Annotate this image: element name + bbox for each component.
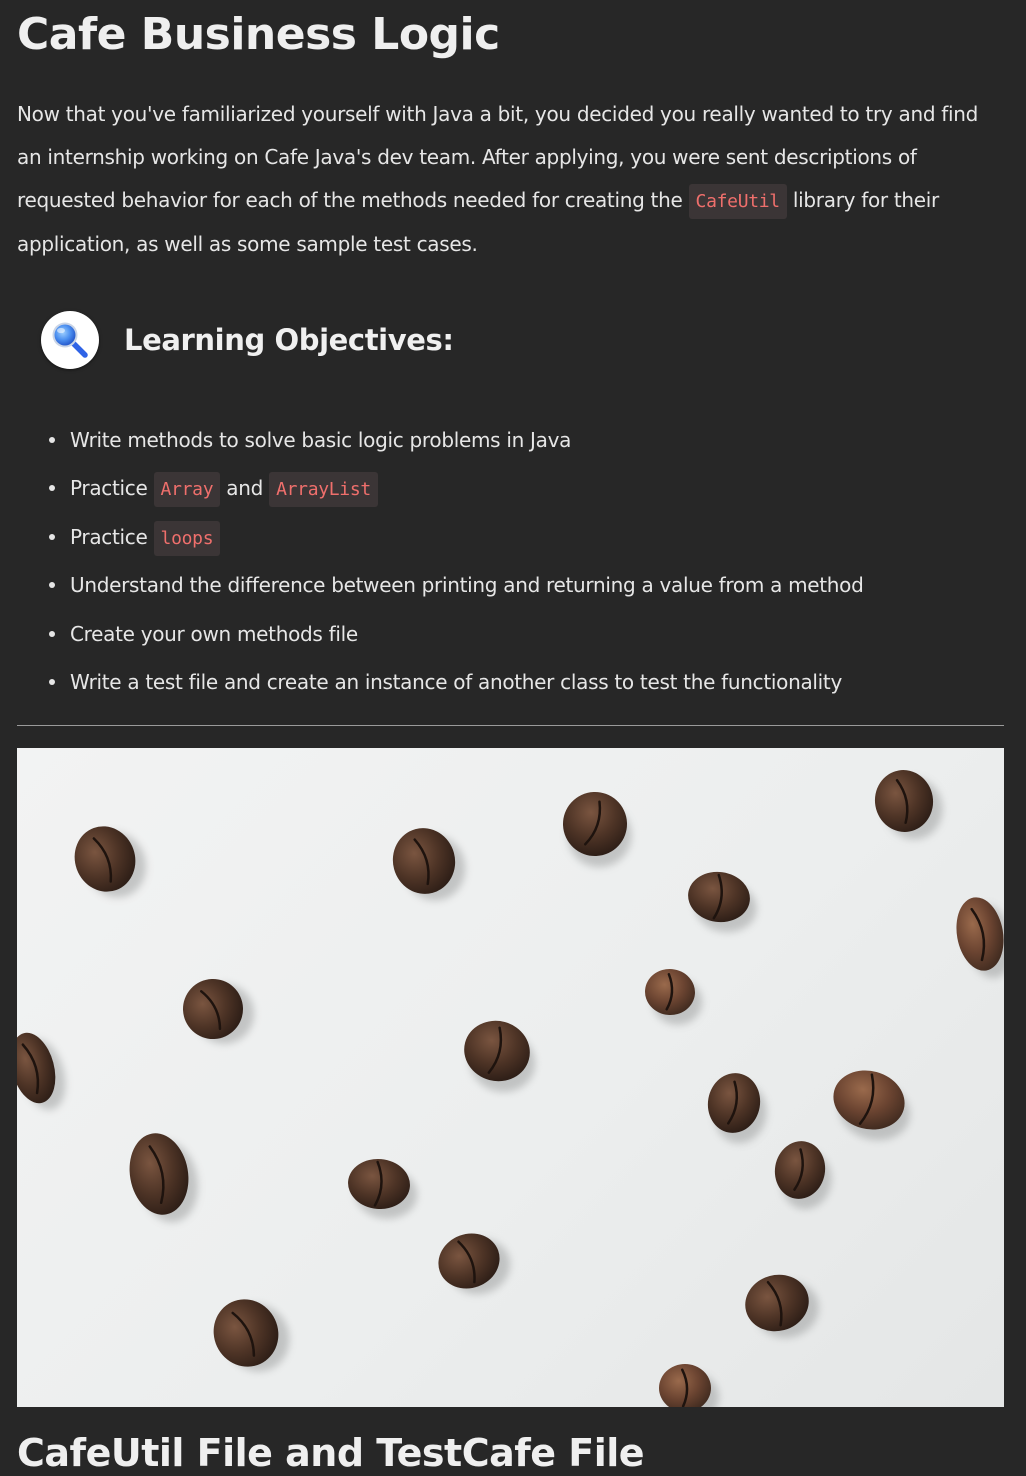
- code-loops: loops: [153, 520, 221, 556]
- list-item: Practice loops: [49, 513, 864, 561]
- code-array: Array: [153, 472, 221, 508]
- objective-text: Write a test file and create an instance…: [70, 669, 842, 694]
- coffee-bean: [688, 871, 757, 933]
- coffee-bean: [74, 826, 146, 898]
- objective-text: Write methods to solve basic logic probl…: [70, 428, 572, 452]
- objective-text: Practice: [70, 524, 154, 549]
- coffee-bean: [774, 1141, 832, 1210]
- list-item: Write methods to solve basic logic probl…: [49, 416, 864, 464]
- code-arraylist: ArrayList: [269, 472, 378, 508]
- learning-objectives-list: Write methods to solve basic logic probl…: [17, 416, 864, 706]
- list-item: Write a test file and create an instance…: [49, 658, 864, 706]
- list-item: Practice Array and ArrayList: [49, 464, 864, 512]
- coffee-bean: [833, 1070, 910, 1141]
- coffee-bean: [392, 828, 466, 901]
- coffee-bean: [183, 979, 255, 1044]
- section-title: CafeUtil File and TestCafe File: [17, 1431, 645, 1475]
- coffee-beans-illustration: [17, 770, 1004, 1407]
- objective-text: Create your own methods file: [70, 621, 358, 646]
- coffee-bean: [129, 1133, 198, 1223]
- coffee-bean: [438, 1233, 511, 1295]
- magnifying-glass-icon: [41, 311, 99, 369]
- coffee-bean: [659, 1364, 719, 1407]
- coffee-bean: [17, 1032, 66, 1110]
- coffee-bean: [563, 792, 632, 868]
- learning-objectives-header: Learning Objectives:: [41, 310, 454, 370]
- coffee-bean: [956, 897, 1004, 979]
- coffee-bean: [874, 770, 943, 840]
- objective-text: Practice: [70, 476, 154, 501]
- intro-paragraph: Now that you've familiarized yourself wi…: [17, 93, 1007, 266]
- coffee-bean: [213, 1299, 290, 1372]
- code-cafeutil: CafeUtil: [688, 184, 787, 219]
- coffee-bean: [645, 968, 703, 1025]
- section-divider: [17, 725, 1004, 726]
- learning-objectives-title: Learning Objectives:: [124, 323, 454, 357]
- objective-text: and: [220, 476, 270, 501]
- list-item: Understand the difference between printi…: [49, 561, 864, 609]
- coffee-bean: [464, 1020, 536, 1092]
- page-title: Cafe Business Logic: [17, 9, 500, 60]
- coffee-bean: [745, 1274, 819, 1338]
- coffee-bean: [707, 1073, 767, 1144]
- objective-text: Understand the difference between printi…: [70, 573, 864, 598]
- list-item: Create your own methods file: [49, 610, 864, 658]
- coffee-beans-image: [17, 748, 1004, 1407]
- coffee-bean: [348, 1158, 418, 1219]
